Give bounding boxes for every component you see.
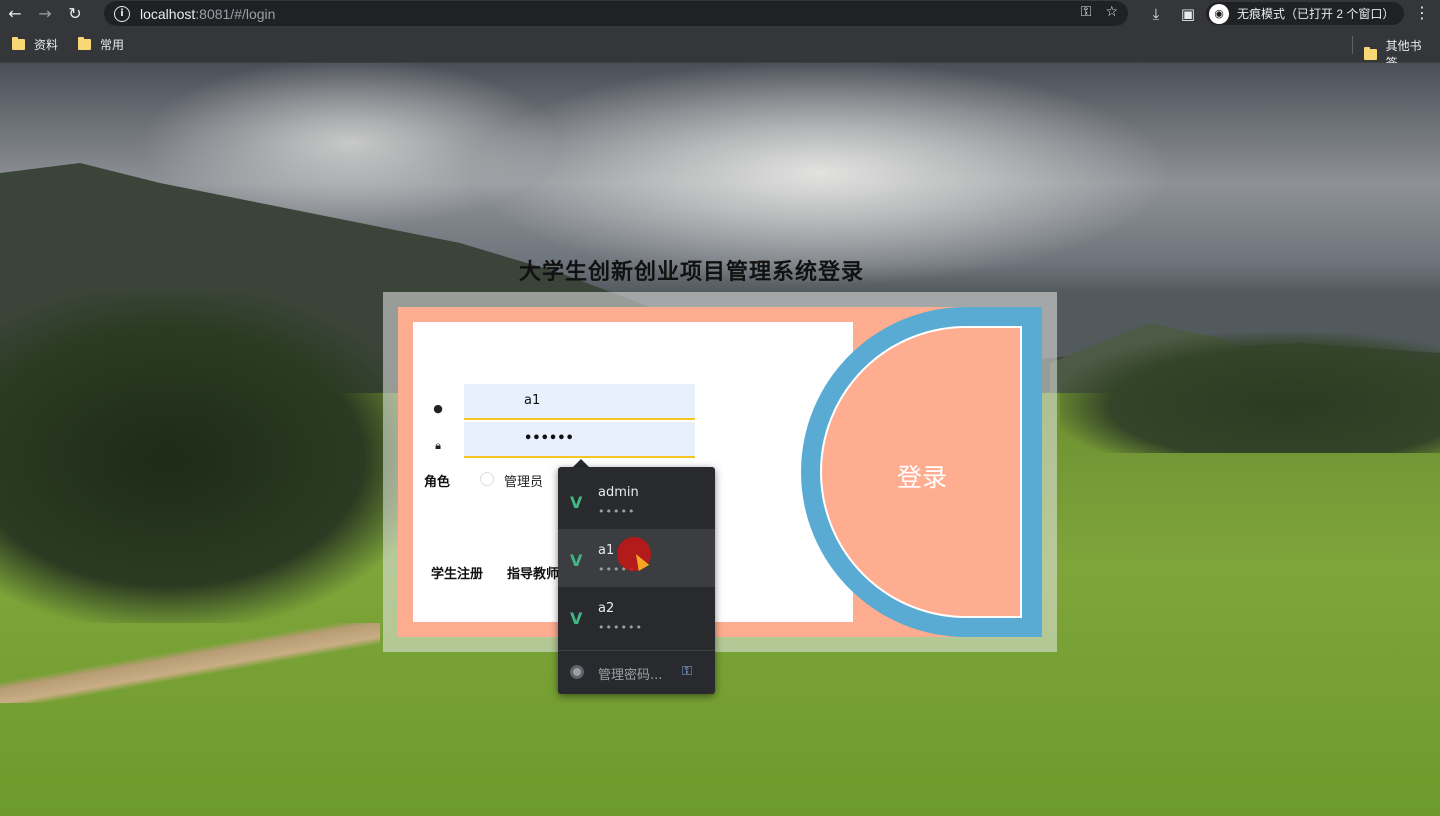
url-text[interactable]: localhost:8081/#/login [140,6,275,22]
folder-icon [12,37,25,50]
password-input[interactable]: •••••• [464,422,695,458]
info-icon[interactable]: i [114,5,130,22]
incognito-icon: ◉ [1209,3,1229,24]
manage-passwords-link[interactable]: 管理密码... [598,664,662,683]
path-image [0,623,380,703]
sidebar-icon[interactable]: ▣ [1172,5,1204,23]
folder-icon [1364,46,1377,60]
student-register-link[interactable]: 学生注册 [431,563,483,582]
key-icon[interactable]: ⚿ [1081,4,1092,20]
bookmark-separator [1352,36,1353,54]
autofill-item[interactable]: V a2 •••••• [558,587,715,645]
vue-icon: V [570,551,583,570]
user-icon: ● [433,402,443,415]
chrome-icon [570,665,584,679]
menu-icon[interactable]: ⋮ [1414,3,1430,22]
key-icon: ⚿ [682,664,692,679]
browser-toolbar: ← → ↻ i localhost:8081/#/login ⚿ ☆ ⤓ ▣ ◉… [0,0,1440,27]
username-input[interactable]: a1 [464,384,695,420]
trees-image [0,293,420,623]
folder-icon [78,37,92,50]
back-icon[interactable]: ← [0,0,30,27]
page-title: 大学生创新创业项目管理系统登录 [519,260,865,285]
bookmark-folder-2[interactable]: 常用 [78,36,124,53]
dropdown-divider [558,650,715,651]
incognito-label: 无痕模式（已打开 2 个窗口） [1237,7,1395,21]
role-radio-admin[interactable] [480,472,494,486]
download-icon[interactable]: ⤓ [1140,5,1172,23]
vue-icon: V [570,609,583,628]
teacher-register-link[interactable]: 指导教师 [507,563,559,582]
address-bar[interactable]: i localhost:8081/#/login ⚿ ☆ [104,1,1128,26]
login-button-label[interactable]: 登录 [894,458,950,494]
autofill-item[interactable]: V admin ••••• [558,471,715,529]
bookmark-folder-1[interactable]: 资料 [12,36,58,53]
trees-image [1060,333,1440,453]
password-autofill-dropdown: V admin ••••• V a1 •••••• V a2 •••••• 管理… [558,467,715,694]
incognito-badge[interactable]: ◉ 无痕模式（已打开 2 个窗口） [1206,2,1405,25]
vue-icon: V [570,493,583,512]
lock-icon: 🔒︎ [435,439,441,452]
role-radio-label[interactable]: 管理员 [504,471,543,490]
bookmarks-bar: 资料 常用 其他书签 [0,27,1440,70]
star-icon[interactable]: ☆ [1105,4,1118,20]
reload-icon[interactable]: ↻ [60,0,90,27]
dropdown-caret [573,459,589,467]
role-label: 角色 [424,475,451,490]
forward-icon[interactable]: → [30,0,60,27]
